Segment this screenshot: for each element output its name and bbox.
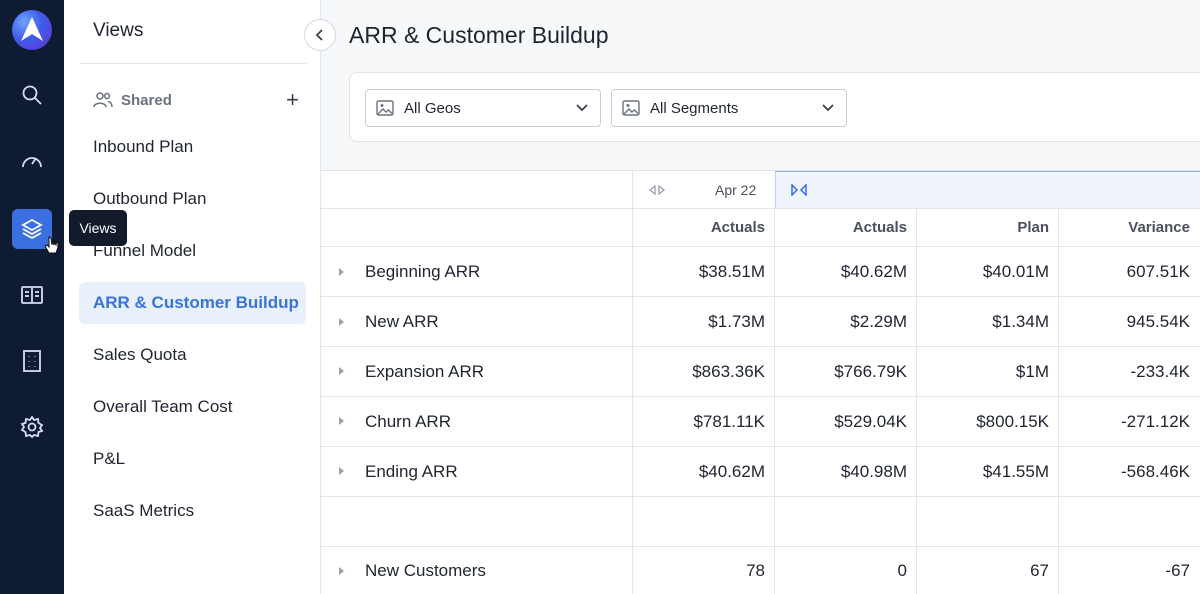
view-item-label: Sales Quota — [93, 345, 187, 364]
views-panel-title: Views — [93, 20, 144, 41]
period-label: Apr 22 — [715, 181, 757, 198]
row-label: Expansion ARR — [365, 361, 485, 381]
column-header[interactable]: Actuals — [633, 209, 775, 246]
segment-filter-value: All Segments — [650, 99, 739, 117]
table-cell[interactable]: $863.36K — [633, 347, 775, 396]
table-cell[interactable]: $1.73M — [633, 297, 775, 346]
shared-label: Shared — [121, 91, 172, 109]
row-label: Churn ARR — [365, 411, 451, 431]
table-cell[interactable]: $766.79K — [775, 347, 917, 396]
view-item-saas-metrics[interactable]: SaaS Metrics — [79, 490, 306, 532]
chevron-left-icon — [315, 29, 323, 41]
row-label: New ARR — [365, 311, 439, 331]
building-icon[interactable] — [12, 341, 52, 381]
table-cell[interactable]: $40.62M — [633, 447, 775, 496]
views-panel: Views Shared + Inbound Plan Outbound Pla… — [64, 0, 321, 594]
table-cell[interactable]: $1.34M — [917, 297, 1059, 346]
table-cell[interactable]: $2.29M — [775, 297, 917, 346]
chevron-down-icon — [822, 104, 834, 112]
view-item-label: SaaS Metrics — [93, 501, 195, 520]
table-cell[interactable]: 0 — [775, 547, 917, 594]
dashboard-gauge-icon[interactable] — [12, 141, 52, 181]
add-view-button[interactable]: + — [286, 89, 299, 111]
table-cell[interactable]: 78 — [633, 547, 775, 594]
divider — [79, 63, 307, 64]
column-header[interactable]: Variance — [1059, 209, 1200, 246]
shared-section-header: Shared + — [93, 88, 299, 112]
view-item-pnl[interactable]: P&L — [79, 438, 306, 480]
data-grid: Apr 22 Actuals Actuals Plan Variance Beg… — [321, 170, 1200, 594]
table-cell[interactable]: $40.01M — [917, 247, 1059, 296]
collapse-panel-button[interactable] — [304, 19, 336, 51]
view-item-label: Outbound Plan — [93, 189, 207, 208]
segment-filter-dropdown[interactable]: All Segments — [611, 89, 847, 127]
column-header[interactable]: Actuals — [775, 209, 917, 246]
geo-filter-value: All Geos — [404, 99, 461, 117]
column-header[interactable]: Plan — [917, 209, 1059, 246]
table-cell[interactable]: $40.98M — [775, 447, 917, 496]
table-cell[interactable]: $41.55M — [917, 447, 1059, 496]
table-cell[interactable]: $529.04K — [775, 397, 917, 446]
table-cell[interactable]: $40.62M — [775, 247, 917, 296]
users-icon — [93, 92, 113, 108]
hand-cursor-icon — [44, 236, 59, 254]
geo-filter-dropdown[interactable]: All Geos — [365, 89, 601, 127]
view-item-label: ARR & Customer Buildup — [93, 293, 299, 312]
table-cell[interactable]: 67 — [917, 547, 1059, 594]
view-item-label: P&L — [93, 449, 126, 468]
table-cell[interactable]: -271.12K — [1059, 397, 1200, 446]
table-cell[interactable]: $781.11K — [633, 397, 775, 446]
row-label: Ending ARR — [365, 461, 458, 481]
view-item-sales-quota[interactable]: Sales Quota — [79, 334, 306, 376]
row-label — [321, 497, 632, 546]
view-item-label: Overall Team Cost — [93, 397, 233, 416]
selected-period-header — [775, 171, 1200, 208]
chevron-down-icon — [576, 104, 588, 112]
main-content: ARR & Customer Buildup All Geos All Segm… — [321, 0, 1200, 594]
table-cell[interactable]: -568.46K — [1059, 447, 1200, 496]
image-icon — [376, 100, 394, 116]
table-cell[interactable]: 607.51K — [1059, 247, 1200, 296]
table-cell[interactable]: $1M — [917, 347, 1059, 396]
row-label: Beginning ARR — [365, 261, 481, 281]
nav-rail — [0, 0, 64, 594]
filter-bar: All Geos All Segments — [349, 72, 1200, 142]
table-cell[interactable]: $800.15K — [917, 397, 1059, 446]
image-icon — [622, 100, 640, 116]
view-item-overall-team-cost[interactable]: Overall Team Cost — [79, 386, 306, 428]
view-item-label: Inbound Plan — [93, 137, 194, 156]
row-label: New Customers — [365, 561, 486, 580]
views-tooltip: Views — [69, 210, 127, 246]
table-cell[interactable]: $38.51M — [633, 247, 775, 296]
period-header[interactable]: Apr 22 — [633, 171, 775, 208]
collapse-columns-icon[interactable] — [649, 184, 665, 195]
gear-icon[interactable] — [12, 407, 52, 447]
expand-columns-icon[interactable] — [791, 184, 807, 196]
page-title: ARR & Customer Buildup — [349, 22, 609, 48]
view-item-arr-customer-buildup[interactable]: ARR & Customer Buildup — [79, 282, 306, 324]
tooltip-label: Views — [79, 220, 117, 236]
search-icon[interactable] — [12, 75, 52, 115]
view-item-inbound-plan[interactable]: Inbound Plan — [79, 126, 306, 168]
table-cell[interactable]: -67 — [1059, 547, 1200, 594]
table-cell[interactable]: 945.54K — [1059, 297, 1200, 346]
app-logo[interactable] — [12, 10, 52, 50]
book-icon[interactable] — [12, 275, 52, 315]
table-cell[interactable]: -233.4K — [1059, 347, 1200, 396]
